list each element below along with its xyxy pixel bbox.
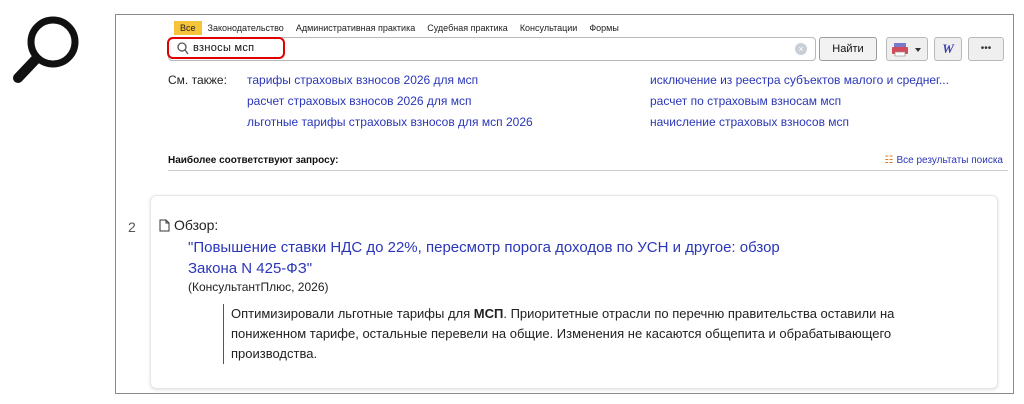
search-value: взносы мсп [193, 42, 255, 54]
see-also-link[interactable]: расчет страховых взносов 2026 для мсп [247, 94, 471, 108]
result-type: Обзор: [174, 217, 219, 233]
document-icon [159, 219, 170, 232]
search-input[interactable]: взносы мсп × [167, 37, 816, 61]
tab-forms[interactable]: Формы [583, 21, 625, 35]
result-title-link[interactable]: "Повышение ставки НДС до 22%, пересмотр … [188, 237, 828, 279]
magnifier-icon [13, 16, 79, 83]
all-results-label: Все результаты поиска [896, 155, 1003, 166]
result-number: 2 [128, 219, 136, 235]
search-tabs: Все Законодательство Административная пр… [174, 21, 625, 35]
snippet-text: Оптимизировали льготные тарифы для [231, 306, 474, 321]
snippet-highlight: МСП [473, 306, 504, 321]
tab-consultations[interactable]: Консультации [514, 21, 584, 35]
see-also-label: См. также: [168, 73, 227, 87]
see-also-link[interactable]: тарифы страховых взносов 2026 для мсп [247, 73, 478, 87]
print-button[interactable] [886, 37, 928, 61]
see-also-link[interactable]: начисление страховых взносов мсп [650, 115, 849, 129]
result-snippet: Оптимизировали льготные тарифы для МСП. … [223, 304, 931, 364]
tab-court-practice[interactable]: Судебная практика [421, 21, 514, 35]
result-source: (КонсультантПлюс, 2026) [188, 280, 329, 294]
search-icon [177, 42, 189, 55]
all-results-link[interactable]: ☷ Все результаты поиска [885, 155, 1003, 166]
tab-all[interactable]: Все [174, 21, 202, 35]
more-button[interactable]: ••• [968, 37, 1004, 61]
best-match-heading: Наиболее соответствуют запросу: [168, 155, 339, 166]
see-also-link[interactable]: расчет по страховым взносам мсп [650, 94, 841, 108]
see-also-link[interactable]: исключение из реестра субъектов малого и… [650, 73, 949, 87]
search-panel: Все Законодательство Административная пр… [115, 14, 1014, 394]
find-button[interactable]: Найти [819, 37, 877, 61]
printer-icon [892, 43, 921, 57]
list-icon: ☷ [884, 155, 894, 166]
clear-icon[interactable]: × [795, 43, 807, 55]
see-also-link[interactable]: льготные тарифы страховых взносов для мс… [247, 115, 533, 129]
word-export-button[interactable]: W [934, 37, 962, 61]
tab-legislation[interactable]: Законодательство [202, 21, 290, 35]
tab-admin-practice[interactable]: Административная практика [290, 21, 421, 35]
divider [168, 170, 1008, 171]
